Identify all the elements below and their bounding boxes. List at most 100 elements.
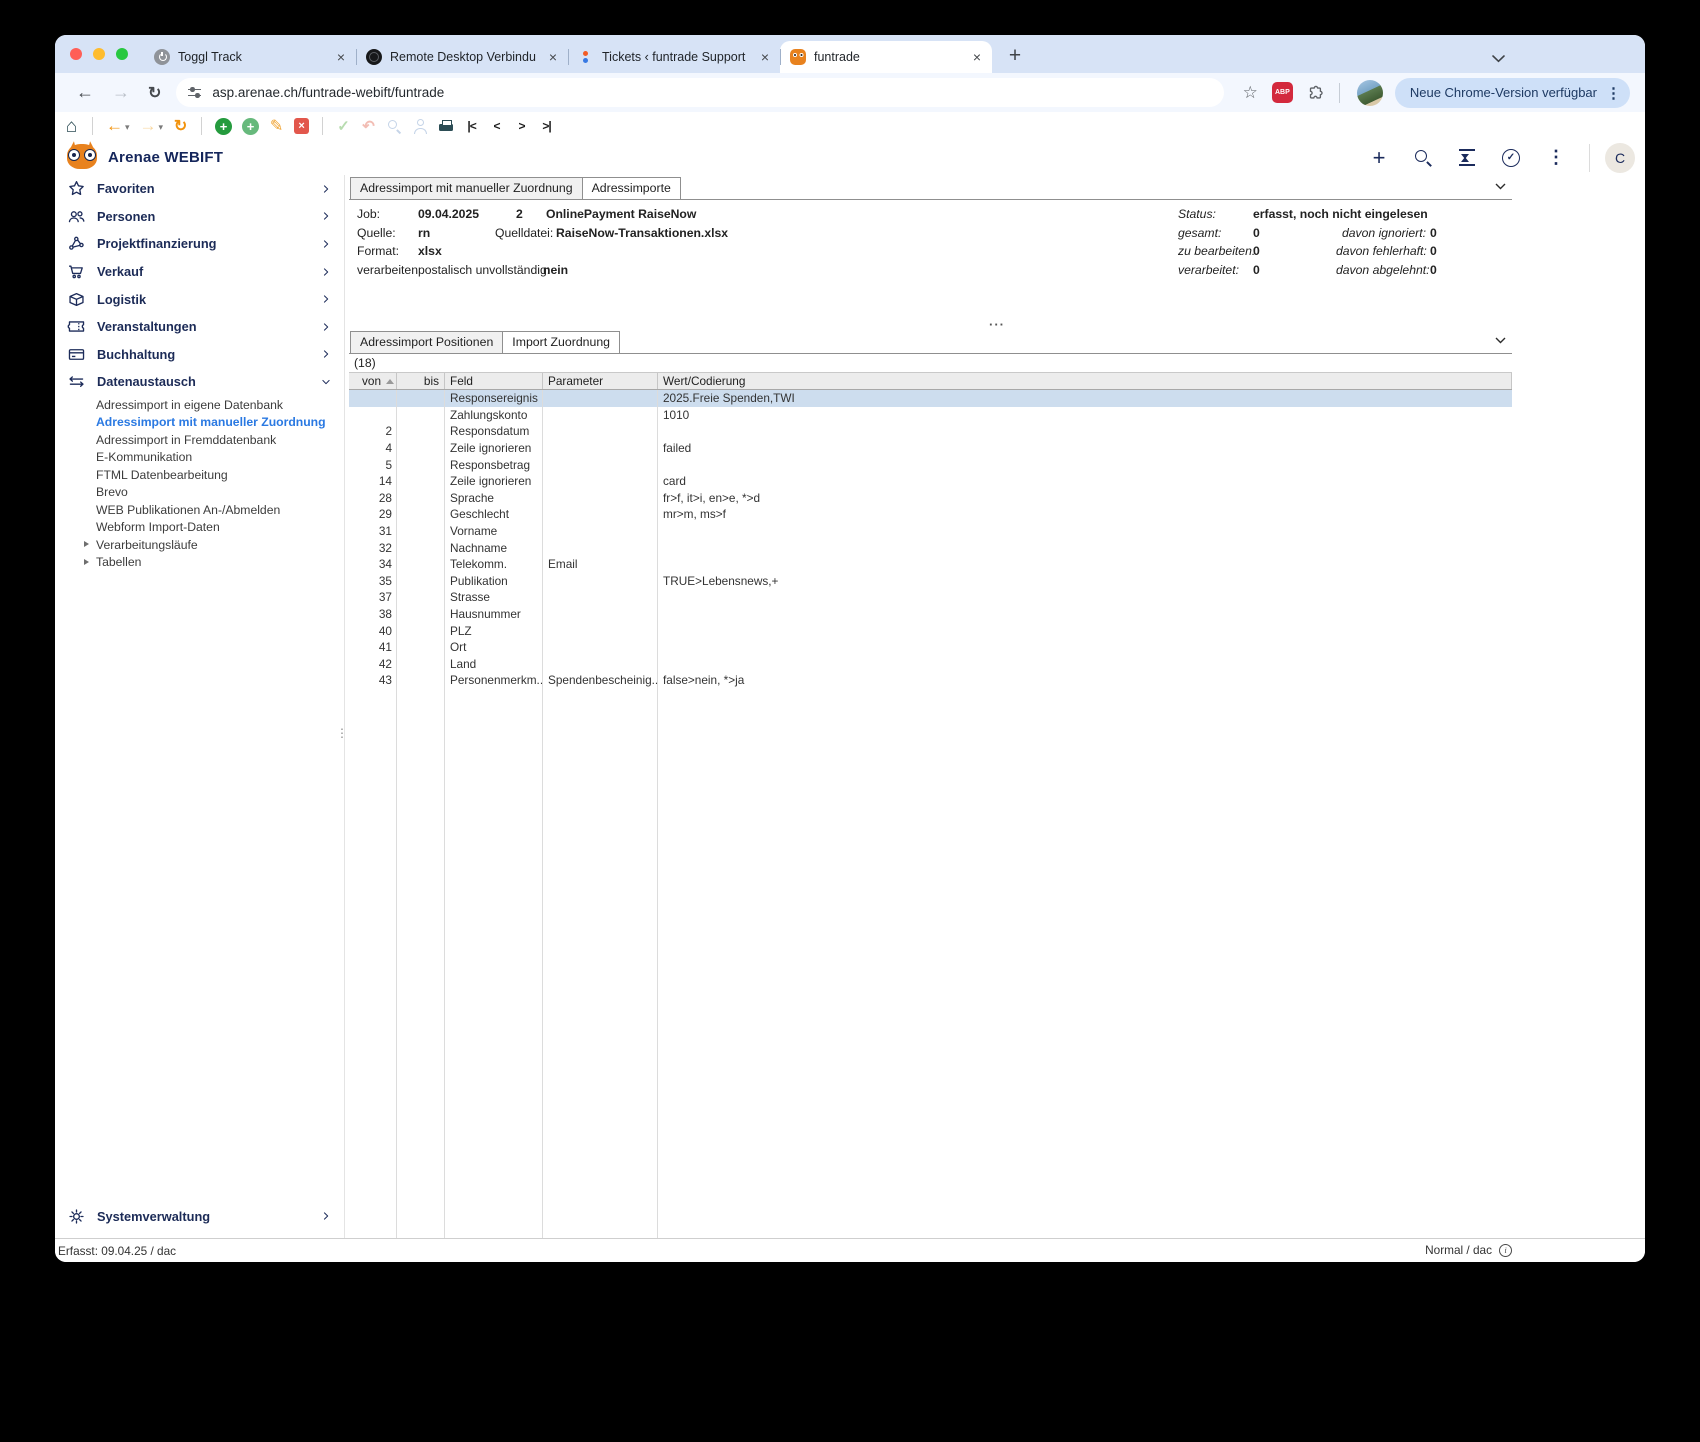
tab-import-zuordnung[interactable]: Import Zuordnung xyxy=(502,331,621,353)
sidebar-item-systemverwaltung[interactable]: Systemverwaltung xyxy=(55,1202,344,1230)
delete-button[interactable] xyxy=(294,118,310,134)
print-button[interactable] xyxy=(438,119,454,134)
submenu-item-adressimport-mit-manueller-zuordnung[interactable]: Adressimport mit manueller Zuordnung xyxy=(96,413,344,431)
sidebar-item-verkauf[interactable]: Verkauf xyxy=(55,258,344,286)
tasks-button[interactable] xyxy=(1502,148,1520,167)
undo-button[interactable] xyxy=(361,116,376,136)
user-avatar[interactable]: C xyxy=(1605,142,1635,173)
browser-forward-icon[interactable]: → xyxy=(112,82,130,103)
add-copy-button[interactable] xyxy=(242,117,260,135)
extensions-puzzle-icon[interactable] xyxy=(1306,84,1324,102)
table-row[interactable]: 41 Ort xyxy=(349,639,1512,656)
table-row[interactable]: 29 Geschlecht mr>m, ms>f xyxy=(349,506,1512,523)
table-row[interactable]: 42 Land xyxy=(349,656,1512,673)
collapse-panel-chevron-icon[interactable] xyxy=(1495,183,1506,190)
tab-search-chevron-icon[interactable] xyxy=(1492,50,1505,68)
submenu-item-ftml-datenbearbeitung[interactable]: FTML Datenbearbeitung xyxy=(96,466,344,484)
add-button[interactable] xyxy=(1371,147,1387,169)
tab-close-icon[interactable]: × xyxy=(332,48,350,66)
person-search-button[interactable] xyxy=(412,118,428,134)
browser-tab[interactable]: Toggl Track × xyxy=(144,41,356,73)
search-button[interactable] xyxy=(386,118,402,134)
table-row[interactable]: 28 Sprache fr>f, it>i, en>e, *>d xyxy=(349,490,1512,507)
submenu-item-adressimport-in-eigene-datenbank[interactable]: Adressimport in eigene Datenbank xyxy=(96,396,344,414)
adblock-extension-icon[interactable]: ABP xyxy=(1271,82,1293,103)
submenu-item-brevo[interactable]: Brevo xyxy=(96,483,344,501)
bookmark-star-icon[interactable] xyxy=(1243,83,1258,103)
prev-button[interactable] xyxy=(489,116,504,136)
browser-menu-kebab-icon[interactable] xyxy=(1606,84,1621,102)
minimize-window-button[interactable] xyxy=(93,48,105,60)
browser-tab[interactable]: Remote Desktop Verbindung × xyxy=(356,41,568,73)
table-row[interactable]: Zahlungskonto 1010 xyxy=(349,407,1512,424)
table-row[interactable]: Responsereignis 2025.Freie Spenden,TWI xyxy=(349,390,1512,407)
column-header-feld[interactable]: Feld xyxy=(445,373,543,389)
tab-close-icon[interactable]: × xyxy=(756,48,774,66)
back-button[interactable] xyxy=(106,116,130,136)
next-button[interactable] xyxy=(514,116,529,136)
table-row[interactable]: 5 Responsbetrag xyxy=(349,456,1512,473)
submenu-item-verarbeitungsläufe[interactable]: Verarbeitungsläufe xyxy=(84,536,344,554)
column-header-parameter[interactable]: Parameter xyxy=(543,373,658,389)
table-row[interactable]: 31 Vorname xyxy=(349,523,1512,540)
table-row[interactable]: 2 Responsdatum xyxy=(349,423,1512,440)
browser-profile-avatar[interactable] xyxy=(1356,79,1383,106)
info-icon[interactable] xyxy=(1499,1243,1512,1257)
url-bar[interactable]: asp.arenae.ch/funtrade-webift/funtrade xyxy=(176,78,1224,107)
table-row[interactable]: 4 Zeile ignorieren failed xyxy=(349,440,1512,457)
sidebar-item-logistik[interactable]: Logistik xyxy=(55,285,344,313)
splitter-handle[interactable] xyxy=(989,317,1005,332)
table-row[interactable]: 40 PLZ xyxy=(349,622,1512,639)
positions-panel-tabs: Adressimport Positionen Import Zuordnung xyxy=(349,331,1512,354)
table-row[interactable]: 35 Publikation TRUE>Lebensnews,+ xyxy=(349,573,1512,590)
table-row[interactable]: 43 Personenmerkm... Spendenbescheinig...… xyxy=(349,672,1512,689)
table-row[interactable]: 34 Telekomm. Email xyxy=(349,556,1512,573)
sidebar-item-buchhaltung[interactable]: Buchhaltung xyxy=(55,341,344,369)
submenu-item-adressimport-in-fremddatenbank[interactable]: Adressimport in Fremddatenbank xyxy=(96,431,344,449)
tab-adressimporte[interactable]: Adressimporte xyxy=(581,177,681,199)
tab-adressimport-mit-manueller-zuordnung[interactable]: Adressimport mit manueller Zuordnung xyxy=(350,177,583,199)
chrome-update-button[interactable]: Neue Chrome-Version verfügbar xyxy=(1394,77,1630,108)
panel-splitter[interactable] xyxy=(349,319,1645,331)
column-header-wert-codierung[interactable]: Wert/Codierung xyxy=(658,373,1512,389)
tab-close-icon[interactable]: × xyxy=(544,48,562,66)
submenu-item-web-publikationen-an-abmelden[interactable]: WEB Publikationen An-/Abmelden xyxy=(96,501,344,519)
collapse-panel-chevron-icon[interactable] xyxy=(1495,337,1506,344)
sidebar-item-projektfinanzierung[interactable]: Projektfinanzierung xyxy=(55,230,344,258)
add-button[interactable] xyxy=(215,117,233,135)
sidebar-item-veranstaltungen[interactable]: Veranstaltungen xyxy=(55,313,344,341)
submenu-item-tabellen[interactable]: Tabellen xyxy=(84,553,344,571)
browser-back-icon[interactable]: ← xyxy=(76,82,94,103)
column-header-von[interactable]: von xyxy=(349,373,397,389)
confirm-button[interactable] xyxy=(336,116,351,136)
browser-tab[interactable]: funtrade × xyxy=(780,41,992,73)
forward-button[interactable] xyxy=(140,116,164,136)
site-settings-icon[interactable] xyxy=(188,87,202,99)
table-row[interactable]: 32 Nachname xyxy=(349,539,1512,556)
submenu-item-webform-import-daten[interactable]: Webform Import-Daten xyxy=(96,518,344,536)
browser-tab[interactable]: Tickets ‹ funtrade Support — × xyxy=(568,41,780,73)
sidebar-item-favoriten[interactable]: Favoriten xyxy=(55,175,344,203)
table-row[interactable]: 37 Strasse xyxy=(349,589,1512,606)
last-button[interactable] xyxy=(539,116,554,136)
tab-adressimport-positionen[interactable]: Adressimport Positionen xyxy=(350,331,504,353)
browser-reload-icon[interactable]: ↻ xyxy=(148,83,161,103)
table-row[interactable]: 38 Hausnummer xyxy=(349,606,1512,623)
first-button[interactable] xyxy=(464,116,479,136)
home-button[interactable] xyxy=(64,116,79,136)
sidebar-splitter-handle[interactable] xyxy=(336,731,348,735)
new-tab-button[interactable] xyxy=(1000,41,1030,71)
close-window-button[interactable] xyxy=(70,48,82,60)
search-button[interactable] xyxy=(1414,149,1432,167)
sidebar-item-personen[interactable]: Personen xyxy=(55,203,344,231)
menu-button[interactable] xyxy=(1547,147,1565,169)
edit-button[interactable] xyxy=(269,116,284,136)
reload-button[interactable] xyxy=(173,116,188,136)
tab-close-icon[interactable]: × xyxy=(968,48,986,66)
maximize-window-button[interactable] xyxy=(116,48,128,60)
submenu-item-e-kommunikation[interactable]: E-Kommunikation xyxy=(96,448,344,466)
column-header-bis[interactable]: bis xyxy=(397,373,445,389)
sidebar-item-datenaustausch[interactable]: Datenaustausch xyxy=(55,368,344,396)
table-row[interactable]: 14 Zeile ignorieren card xyxy=(349,473,1512,490)
hourglass-button[interactable] xyxy=(1459,149,1475,166)
